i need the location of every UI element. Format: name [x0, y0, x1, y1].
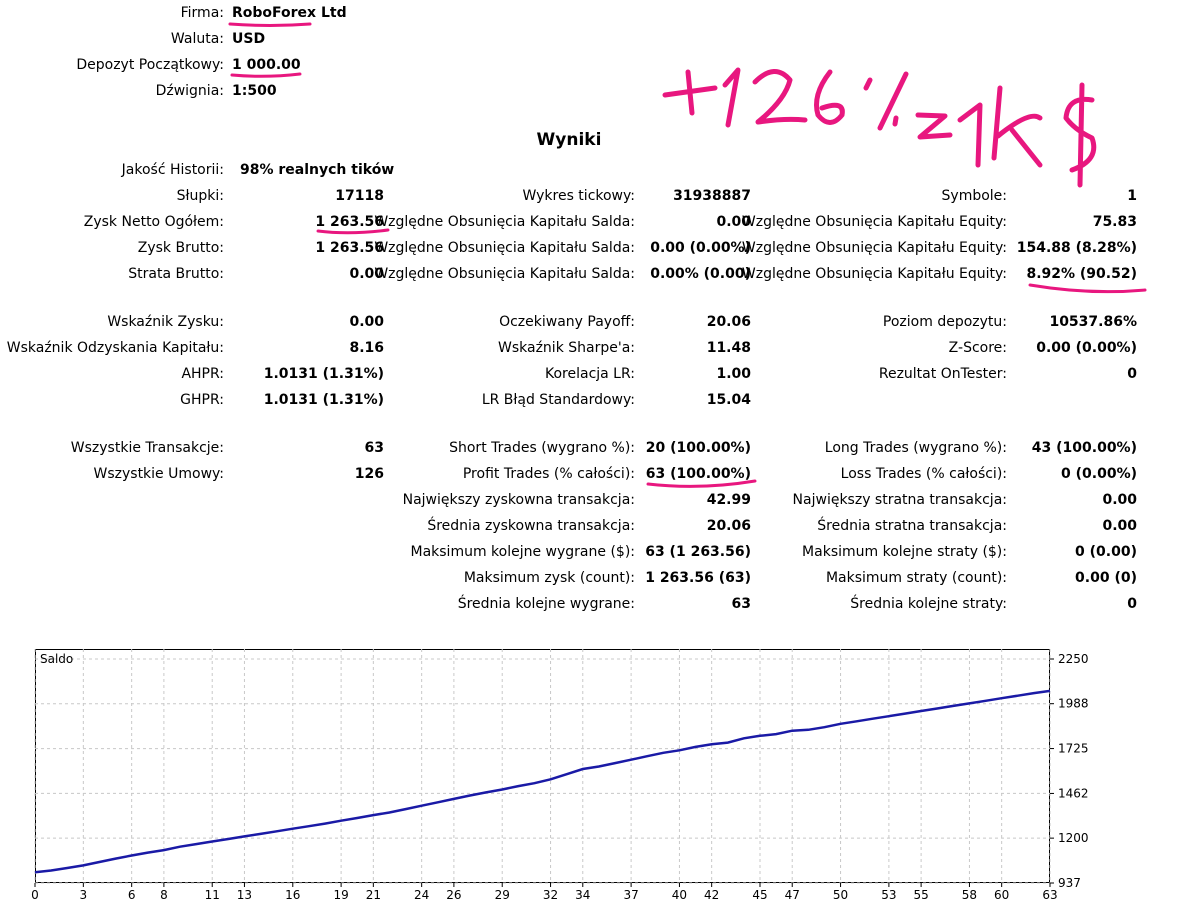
x-tick-label-7: 19: [333, 888, 348, 902]
x-tick-label-6: 16: [285, 888, 300, 902]
balance-chart-svg: 0 3 6 8 11 13 16 19 21 24 26 29 32 34 37 40 42 45 47 50 53 55…: [31, 649, 1089, 902]
x-tick-label-14: 37: [623, 888, 638, 902]
chart-title: Saldo: [40, 652, 73, 666]
x-tick-label-2: 6: [128, 888, 136, 902]
x-tick-label-16: 42: [704, 888, 719, 902]
x-tick-label-12: 32: [543, 888, 558, 902]
y-tick-label-4: 1200: [1058, 831, 1089, 845]
x-tick-label-9: 24: [414, 888, 429, 902]
y-tick-label-5: 937: [1058, 876, 1081, 890]
y-tick-label-1: 1988: [1058, 697, 1089, 711]
y-tick-label-2: 1725: [1058, 742, 1089, 756]
x-tick-label-18: 47: [785, 888, 800, 902]
x-tick-label-19: 50: [833, 888, 848, 902]
y-tick-label-0: 2250: [1058, 652, 1089, 666]
x-tick-label-1: 3: [80, 888, 88, 902]
x-tick-label-21: 55: [913, 888, 928, 902]
x-tick-label-10: 26: [446, 888, 461, 902]
x-tick-label-5: 13: [237, 888, 252, 902]
x-tick-label-15: 40: [672, 888, 687, 902]
x-tick-label-0: 0: [31, 888, 39, 902]
x-tick-label-22: 58: [962, 888, 977, 902]
x-tick-label-23: 60: [994, 888, 1009, 902]
x-tick-label-11: 29: [495, 888, 510, 902]
x-tick-label-17: 45: [752, 888, 767, 902]
x-tick-label-20: 53: [881, 888, 896, 902]
x-tick-label-4: 11: [205, 888, 220, 902]
x-tick-label-8: 21: [366, 888, 381, 902]
x-tick-label-3: 8: [160, 888, 168, 902]
y-tick-label-3: 1462: [1058, 786, 1089, 800]
x-tick-label-13: 34: [575, 888, 590, 902]
x-tick-label-24: 63: [1042, 888, 1057, 902]
balance-line: [34, 689, 1051, 874]
